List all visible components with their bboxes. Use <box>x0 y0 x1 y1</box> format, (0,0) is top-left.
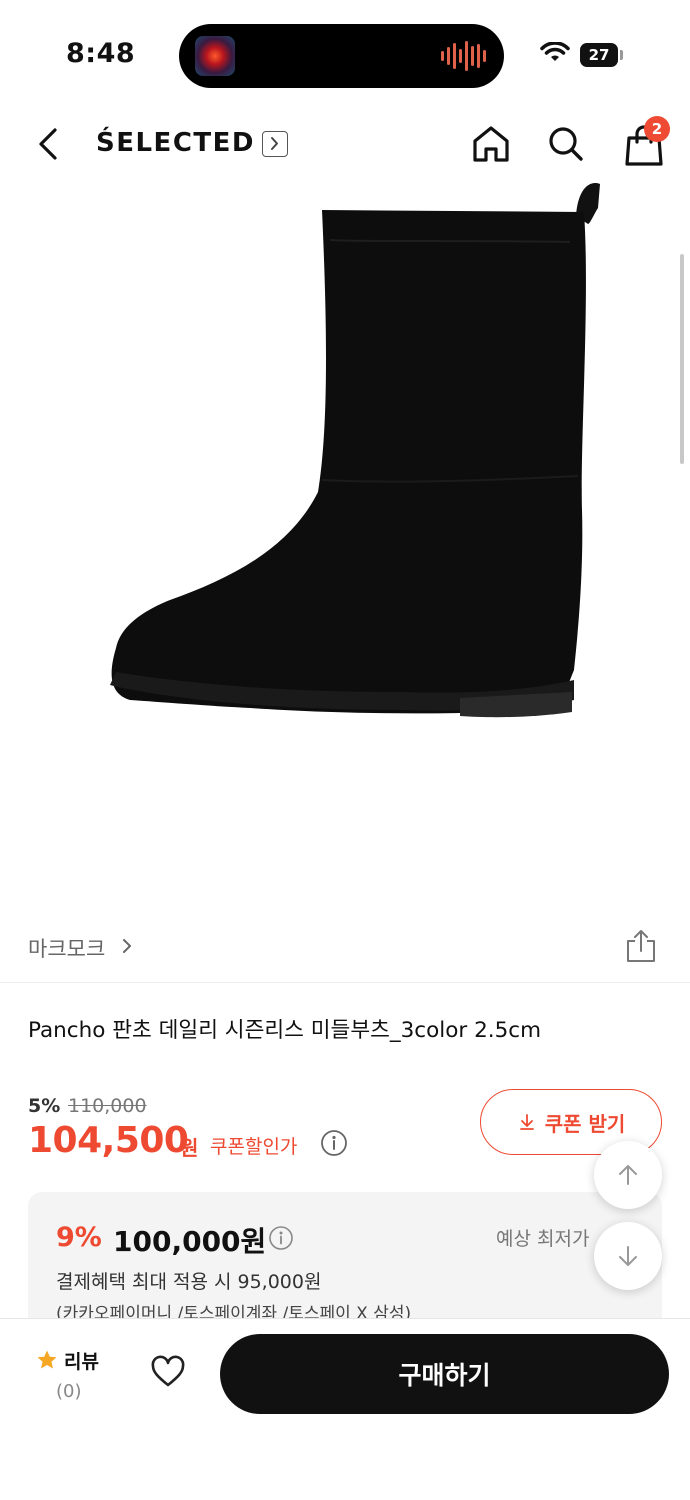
chevron-right-icon <box>123 939 131 953</box>
arrow-up-icon <box>619 1165 637 1185</box>
bottom-action-bar: 리뷰 (0) 구매하기 <box>0 1318 690 1500</box>
dynamic-island[interactable] <box>179 24 504 88</box>
share-icon <box>627 930 655 962</box>
sale-price: 104,500 <box>28 1120 189 1161</box>
product-title: Pancho 판초 데일리 시즌리스 미들부츠_3color 2.5cm <box>28 1018 542 1043</box>
top-navigation: ŚELECTED <box>0 110 690 180</box>
status-bar: 8:48 27 <box>0 0 690 100</box>
home-icon <box>473 126 509 162</box>
scroll-down-button[interactable] <box>594 1222 662 1290</box>
cart-count-badge: 2 <box>644 116 670 142</box>
back-button[interactable] <box>28 122 68 166</box>
get-coupon-label: 쿠폰 받기 <box>544 1111 626 1136</box>
lowest-price-label[interactable]: 예상 최저가 <box>496 1224 589 1251</box>
arrow-down-icon <box>619 1246 637 1266</box>
now-playing-artwork <box>195 36 235 76</box>
search-button[interactable] <box>546 122 586 166</box>
battery-indicator: 27 <box>580 43 618 67</box>
audio-wave-icon <box>441 40 486 72</box>
product-image[interactable] <box>0 180 690 910</box>
download-icon <box>519 1114 534 1130</box>
benefit-rate: 9% <box>56 1222 102 1253</box>
original-price: 110,000 <box>68 1095 147 1117</box>
buy-button[interactable]: 구매하기 <box>220 1334 669 1414</box>
brand-link-button[interactable] <box>262 131 288 157</box>
like-button[interactable] <box>150 1355 186 1389</box>
currency-unit: 원 <box>180 1136 199 1160</box>
store-brand-logo[interactable]: ŚELECTED <box>96 128 255 158</box>
wifi-icon <box>540 42 570 61</box>
info-icon[interactable] <box>320 1129 348 1157</box>
review-count: (0) <box>56 1381 82 1402</box>
image-scroll-indicator <box>680 254 684 464</box>
review-label[interactable]: 리뷰 <box>64 1347 99 1374</box>
heart-icon <box>151 1355 185 1387</box>
chevron-left-icon <box>39 128 57 160</box>
status-time: 8:48 <box>66 38 136 69</box>
home-button[interactable] <box>470 122 512 166</box>
info-icon[interactable] <box>268 1225 294 1251</box>
discount-rate: 5% <box>28 1095 61 1117</box>
star-icon <box>37 1350 57 1369</box>
battery-cap <box>620 50 623 60</box>
search-icon <box>549 127 583 161</box>
share-button[interactable] <box>624 929 658 963</box>
payment-benefit-box: 9% 100,000원 예상 최저가 결제혜택 최대 적용 시 95,000원 … <box>28 1192 662 1332</box>
brand-row: 마크모크 <box>0 925 690 983</box>
benefit-price: 100,000원 <box>113 1225 267 1258</box>
coupon-discount-label: 쿠폰할인가 <box>210 1136 298 1158</box>
benefit-description: 결제혜택 최대 적용 시 95,000원 <box>56 1271 322 1293</box>
scroll-up-button[interactable] <box>594 1141 662 1209</box>
chevron-right-icon <box>271 137 278 150</box>
brand-name-link[interactable]: 마크모크 <box>28 933 105 963</box>
